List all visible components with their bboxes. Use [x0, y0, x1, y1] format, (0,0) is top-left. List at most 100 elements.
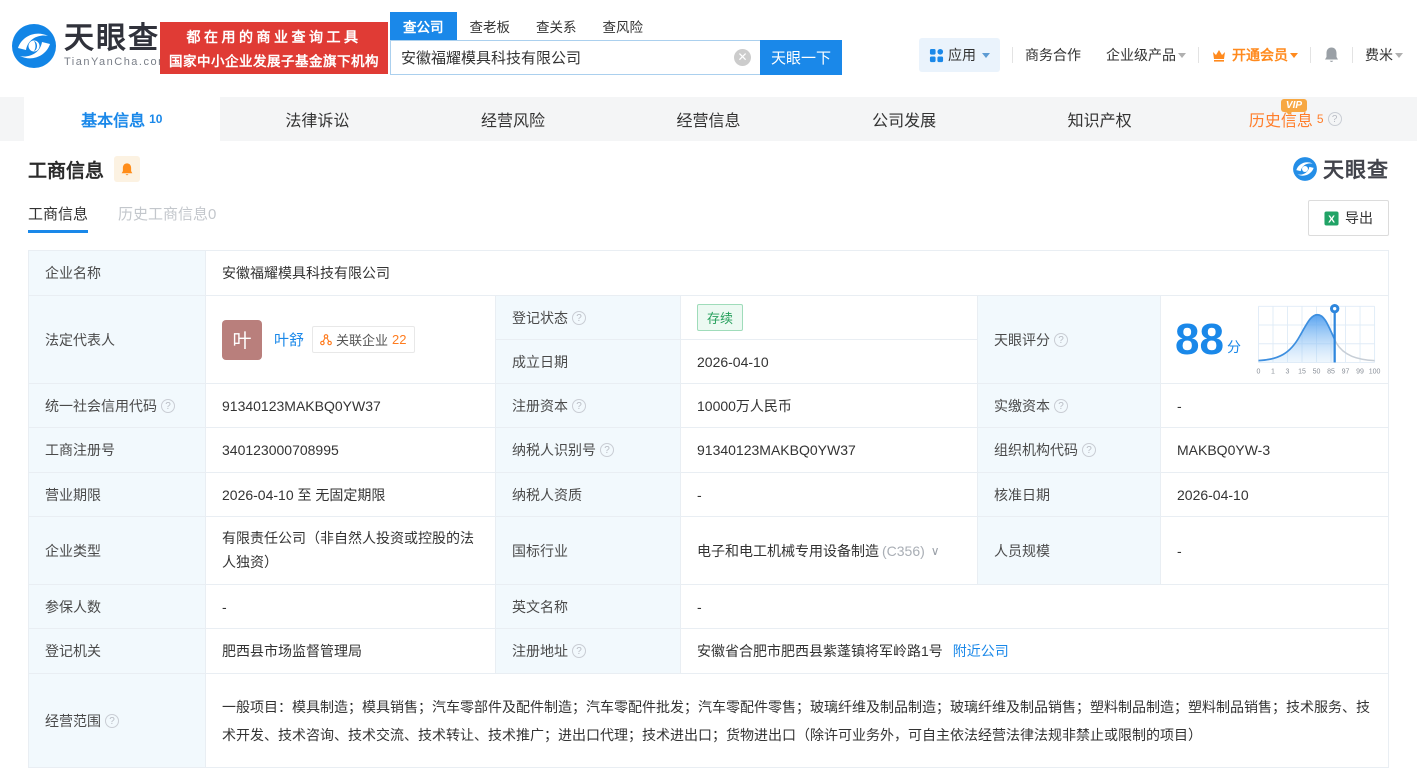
logo-title: 天眼查 — [64, 22, 160, 55]
user-account-menu[interactable]: 费米 — [1365, 45, 1403, 65]
tab-legal-proceedings[interactable]: 法律诉讼 — [220, 97, 416, 141]
field-value-industry: 电子和电工机械专用设备制造 (C356) ∨ — [681, 517, 978, 585]
field-label-industry: 国标行业 — [496, 517, 681, 585]
field-value-business-term: 2026-04-10 至 无固定期限 — [206, 473, 496, 517]
svg-text:50: 50 — [1313, 368, 1321, 375]
apps-menu[interactable]: 应用 — [919, 38, 1000, 72]
business-info-table: 企业名称 安徽福耀模具科技有限公司 法定代表人 叶 叶舒 关联企业 22 登记状… — [28, 250, 1389, 768]
field-value-taxpayer-quality: - — [681, 473, 978, 517]
subtab-business-info[interactable]: 工商信息 — [28, 203, 89, 233]
search-input[interactable] — [390, 40, 760, 75]
field-label-reg-capital: 注册资本? — [496, 384, 681, 428]
field-label-company-name: 企业名称 — [29, 251, 206, 296]
tab-company-development[interactable]: 公司发展 — [806, 97, 1002, 141]
search-tab-company[interactable]: 查公司 — [390, 12, 457, 40]
field-label-reg-address: 注册地址? — [496, 629, 681, 674]
enterprise-products-label: 企业级产品 — [1106, 47, 1176, 63]
company-nav-bar: 基本信息 10 法律诉讼 经营风险 经营信息 公司发展 知识产权 VIP 历史信… — [0, 97, 1417, 141]
help-icon[interactable]: ? — [1082, 443, 1096, 457]
divider — [1012, 47, 1013, 63]
tab-count: 5 — [1316, 112, 1324, 126]
help-icon[interactable]: ? — [572, 644, 586, 658]
tab-operating-info[interactable]: 经营信息 — [611, 97, 807, 141]
field-value-approval-date: 2026-04-10 — [1161, 473, 1389, 517]
tab-count: 10 — [149, 112, 163, 126]
svg-text:97: 97 — [1342, 368, 1350, 375]
tab-basic-info[interactable]: 基本信息 10 — [24, 97, 220, 141]
tab-intellectual-property[interactable]: 知识产权 — [1002, 97, 1198, 141]
network-icon — [320, 333, 332, 345]
vip-upgrade-menu[interactable]: 开通会员 — [1211, 45, 1298, 65]
excel-icon: X — [1324, 210, 1339, 226]
monitor-bell-icon[interactable] — [114, 156, 141, 182]
search-tab-relation[interactable]: 查关系 — [523, 12, 590, 40]
svg-text:3: 3 — [1286, 368, 1290, 375]
logo-subtitle: TianYanCha.com — [64, 56, 169, 68]
search-tab-risk[interactable]: 查风险 — [590, 12, 657, 40]
search-area: 查公司 查老板 查关系 查风险 ✕ 天眼一下 — [390, 12, 842, 75]
enterprise-products-menu[interactable]: 企业级产品 — [1106, 45, 1186, 65]
field-value-company-type: 有限责任公司（非自然人投资或控股的法人独资） — [206, 517, 496, 585]
export-button[interactable]: X 导出 — [1308, 200, 1389, 236]
field-value-insured-count: - — [206, 585, 496, 629]
status-badge: 存续 — [697, 304, 744, 331]
field-value-tianyan-score: 88 分 0 1 3 15 50 85 97 99 100 — [1161, 296, 1389, 384]
field-label-reg-number: 工商注册号 — [29, 428, 206, 473]
svg-text:100: 100 — [1369, 368, 1381, 375]
tab-operating-risk[interactable]: 经营风险 — [415, 97, 611, 141]
help-icon[interactable]: ? — [1054, 398, 1068, 413]
tab-history-info[interactable]: VIP 历史信息 5 ? — [1197, 97, 1393, 141]
field-value-taxpayer-id: 91340123MAKBQ0YW37 — [681, 428, 978, 473]
field-label-staff-size: 人员规模 — [978, 517, 1161, 585]
promo-banner-line2: 国家中小企业发展子基金旗下机构 — [169, 53, 379, 69]
search-button[interactable]: 天眼一下 — [760, 40, 842, 75]
business-coop-link[interactable]: 商务合作 — [1025, 45, 1081, 65]
field-label-reg-status: 登记状态? — [496, 296, 681, 340]
apps-label: 应用 — [948, 47, 976, 63]
help-icon[interactable]: ? — [1054, 332, 1068, 347]
search-tabs: 查公司 查老板 查关系 查风险 — [390, 12, 842, 40]
legal-rep-avatar[interactable]: 叶 — [222, 319, 262, 360]
help-icon[interactable]: ? — [105, 713, 119, 728]
field-label-english-name: 英文名称 — [496, 585, 681, 629]
field-value-reg-capital: 10000万人民币 — [681, 384, 978, 428]
nearby-companies-link[interactable]: 附近公司 — [953, 641, 1009, 661]
field-value-company-name: 安徽福耀模具科技有限公司 — [206, 251, 1389, 296]
related-companies-label: 关联企业 — [336, 333, 389, 348]
field-label-establish-date: 成立日期 — [496, 340, 681, 384]
field-value-business-scope: 一般项目：模具制造；模具销售；汽车零部件及配件制造；汽车零配件批发；汽车零配件零… — [206, 674, 1389, 768]
legal-rep-name-link[interactable]: 叶舒 — [274, 329, 304, 350]
svg-text:85: 85 — [1327, 368, 1335, 375]
help-icon[interactable]: ? — [600, 443, 614, 457]
help-icon[interactable]: ? — [161, 398, 175, 413]
field-value-legal-rep: 叶 叶舒 关联企业 22 — [206, 296, 496, 384]
field-label-business-term: 营业期限 — [29, 473, 206, 517]
related-companies-badge[interactable]: 关联企业 22 — [312, 326, 415, 353]
clear-search-icon[interactable]: ✕ — [734, 49, 751, 66]
watermark-logo: 天眼查 — [1292, 154, 1389, 184]
notifications-bell-icon[interactable] — [1323, 46, 1340, 64]
related-companies-count: 22 — [392, 332, 407, 347]
apps-grid-icon — [929, 48, 944, 62]
subtab-history-business-info[interactable]: 历史工商信息0 — [118, 203, 216, 233]
chevron-down-icon — [1290, 52, 1298, 58]
section-title: 工商信息 — [28, 160, 105, 182]
help-icon[interactable]: ? — [1327, 112, 1342, 126]
search-tab-boss[interactable]: 查老板 — [457, 12, 524, 40]
divider — [1352, 47, 1353, 63]
site-logo[interactable]: 天眼查 TianYanCha.com — [10, 22, 169, 70]
divider — [1310, 47, 1311, 63]
tab-label: 知识产权 — [1067, 113, 1132, 130]
svg-text:X: X — [1328, 214, 1335, 225]
tab-label: 法律诉讼 — [285, 113, 350, 130]
chevron-down-icon[interactable]: ∨ — [931, 544, 940, 558]
help-icon[interactable]: ? — [572, 398, 586, 413]
field-label-reg-authority: 登记机关 — [29, 629, 206, 674]
svg-text:0: 0 — [1256, 368, 1260, 375]
promo-banner-line1: 都在用的商业查询工具 — [186, 28, 362, 45]
header-right-menu: 应用 商务合作 企业级产品 开通会员 费米 — [919, 38, 1403, 72]
help-icon[interactable]: ? — [572, 310, 586, 325]
field-label-legal-rep: 法定代表人 — [29, 296, 206, 384]
username: 费米 — [1365, 47, 1393, 63]
